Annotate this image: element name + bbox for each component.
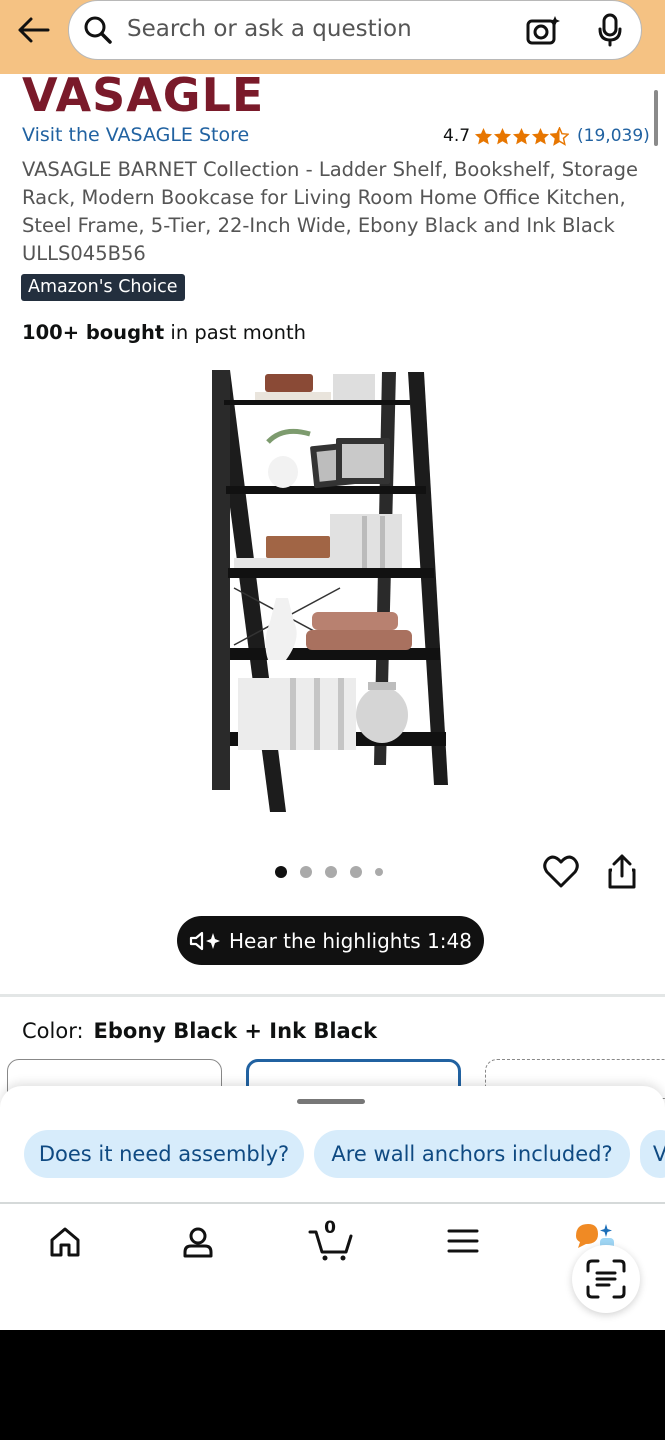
search-icon [84, 16, 112, 44]
color-selector-label: Color: Ebony Black + Ink Black [22, 1019, 377, 1043]
nav-menu[interactable] [447, 1228, 479, 1258]
microphone-icon[interactable] [597, 13, 623, 47]
share-icon[interactable] [606, 854, 638, 890]
hamburger-menu-icon [447, 1229, 479, 1253]
bottom-nav-bar: 0 [0, 1206, 665, 1330]
nav-cart[interactable]: 0 [308, 1218, 354, 1266]
carousel-dot[interactable] [275, 866, 287, 878]
star-half-icon [550, 126, 570, 146]
suggestion-chip[interactable]: V [640, 1130, 665, 1178]
color-label: Color: [22, 1019, 84, 1043]
rating-stars [474, 126, 570, 146]
rating-count[interactable]: (19,039) [577, 126, 650, 146]
lens-text-scan-button[interactable] [572, 1245, 640, 1313]
star-full-icon [512, 127, 531, 144]
text-scan-icon [586, 1259, 626, 1299]
product-image[interactable] [190, 360, 470, 820]
account-icon [183, 1227, 213, 1258]
carousel-dot[interactable] [350, 866, 362, 878]
rating-summary[interactable]: 4.7 (19,039) [443, 126, 650, 146]
product-title: VASAGLE BARNET Collection - Ladder Shelf… [22, 158, 639, 265]
section-divider [0, 994, 665, 997]
cart-count: 0 [324, 1218, 336, 1238]
speaker-sparkle-icon [189, 931, 220, 950]
carousel-dot[interactable] [375, 868, 383, 876]
camera-search-icon[interactable] [525, 13, 561, 47]
search-bar[interactable]: Search or ask a question [68, 0, 642, 60]
scrollbar[interactable] [654, 90, 658, 146]
app-screen: Search or ask a question VASAGLE Visit t… [0, 0, 665, 1330]
nav-home[interactable] [48, 1226, 82, 1262]
heart-icon[interactable] [543, 855, 579, 889]
ladder-shelf-illustration [212, 370, 448, 812]
hear-highlights-button[interactable]: Hear the highlights 1:48 [177, 916, 484, 965]
star-full-icon [474, 127, 493, 144]
color-value: Ebony Black + Ink Black [93, 1019, 378, 1043]
back-arrow-icon [18, 17, 50, 43]
carousel-dot[interactable] [325, 866, 337, 878]
purchase-count: 100+ bought in past month [22, 321, 306, 344]
amazons-choice-badge[interactable]: Amazon's Choice [21, 274, 185, 301]
suggestion-chip[interactable]: Does it need assembly? [24, 1130, 304, 1178]
carousel-dot[interactable] [300, 866, 312, 878]
back-button[interactable] [14, 12, 54, 48]
visit-store-link[interactable]: Visit the VASAGLE Store [22, 124, 249, 146]
system-gesture-area [0, 1330, 665, 1440]
sheet-separator [0, 1202, 665, 1204]
purchase-count-rest: in past month [164, 321, 307, 344]
search-placeholder[interactable]: Search or ask a question [127, 16, 412, 42]
star-full-icon [531, 127, 550, 144]
nav-account[interactable] [182, 1226, 214, 1262]
star-full-icon [493, 127, 512, 144]
hear-highlights-label: Hear the highlights 1:48 [229, 928, 472, 953]
suggestion-chip[interactable]: Are wall anchors included? [314, 1130, 630, 1178]
brand-logo[interactable]: VASAGLE [22, 70, 264, 120]
sheet-drag-handle[interactable] [297, 1099, 365, 1104]
home-icon [50, 1227, 80, 1257]
rating-value: 4.7 [443, 126, 471, 146]
purchase-count-bold: 100+ bought [22, 321, 165, 344]
image-carousel-dots[interactable] [275, 866, 383, 878]
top-bar: Search or ask a question [0, 0, 665, 74]
